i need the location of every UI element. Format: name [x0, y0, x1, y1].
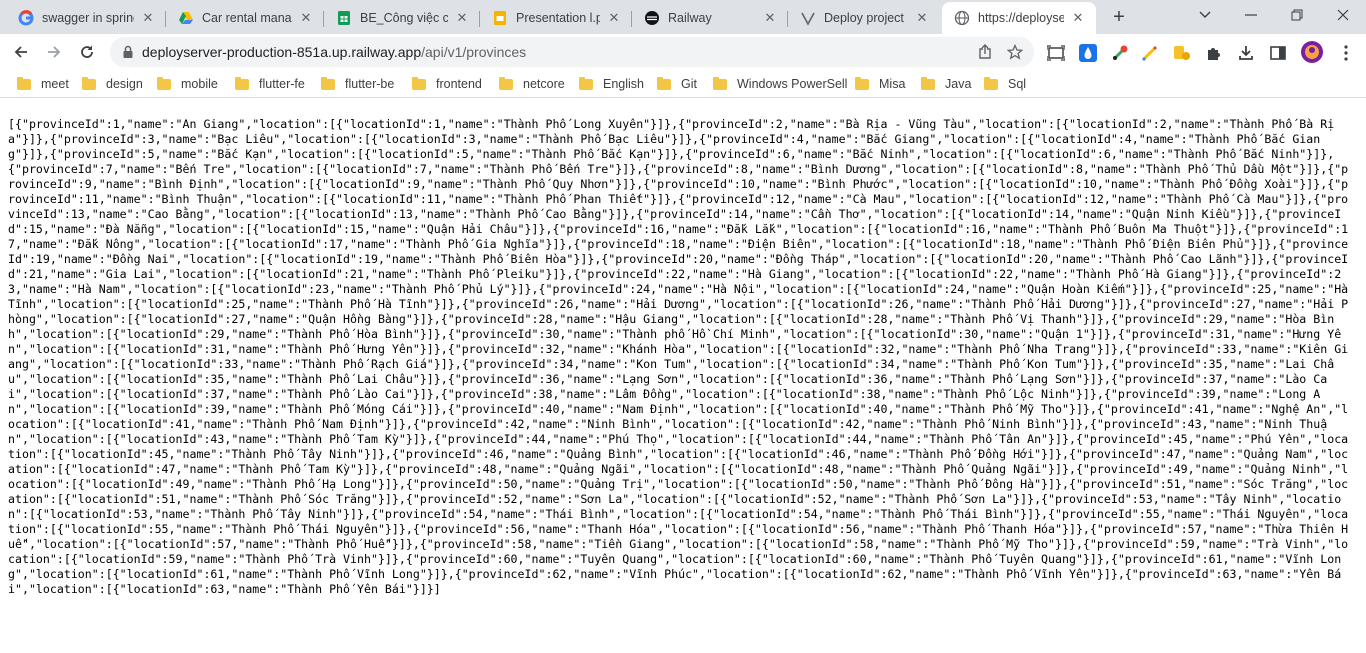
bookmark-frontend[interactable]: frontend: [412, 76, 482, 92]
bookmark-label: netcore: [523, 77, 565, 91]
download-icon[interactable]: [1236, 43, 1256, 63]
minimize-icon[interactable]: [1228, 0, 1274, 30]
reload-icon[interactable]: [73, 38, 101, 66]
extensions-puzzle-icon[interactable]: [1204, 43, 1224, 63]
tab-title: Deploy project L: [824, 11, 908, 25]
bookmark-label: Java: [945, 77, 972, 91]
bookmark-label: English: [603, 77, 644, 91]
tab-title: https://deployser: [978, 11, 1064, 25]
side-panel-icon[interactable]: [1268, 43, 1288, 63]
railway-icon: [644, 10, 660, 26]
bookmark-label: flutter-fe: [259, 77, 305, 91]
tab-deploy-project[interactable]: Deploy project L ✕: [788, 2, 940, 34]
bookmark-star-icon[interactable]: [1006, 43, 1024, 61]
json-response-text: [{"provinceId":1,"name":"An Giang","loca…: [8, 117, 1356, 596]
tab-active-provinces[interactable]: https://deployser ✕: [942, 2, 1096, 34]
url-text[interactable]: deployserver-production-851a.up.railway.…: [142, 44, 526, 60]
water-drop-extension-icon[interactable]: [1078, 43, 1098, 63]
folder-icon: [412, 76, 426, 90]
folder-icon: [17, 76, 31, 90]
bookmark-label: flutter-be: [345, 77, 395, 91]
folder-icon: [855, 76, 869, 90]
bookmark-git[interactable]: Git: [657, 76, 697, 92]
bookmark-label: Misa: [879, 77, 906, 91]
folder-icon: [921, 76, 935, 90]
close-icon[interactable]: ✕: [298, 10, 314, 26]
bookmark-label: Sql: [1008, 77, 1027, 91]
url-host: deployserver-production-851a.up.railway.…: [142, 44, 422, 60]
bookmark-meet[interactable]: meet: [17, 76, 69, 92]
screen-capture-icon[interactable]: [1046, 43, 1066, 63]
folder-icon: [657, 76, 671, 90]
back-arrow-icon[interactable]: [7, 38, 35, 66]
tab-swagger[interactable]: swagger in spring ✕: [6, 2, 166, 34]
profile-avatar-icon[interactable]: [1300, 40, 1324, 64]
tab-title: Presentation l.pp: [516, 11, 600, 25]
bookmark-label: design: [106, 77, 143, 91]
close-icon[interactable]: ✕: [140, 10, 156, 26]
tab-be-cong-viec[interactable]: BE_Công việc các ✕: [324, 2, 480, 34]
globe-icon: [954, 10, 970, 26]
close-icon[interactable]: ✕: [1070, 10, 1086, 26]
folder-icon: [235, 76, 249, 90]
folder-icon: [321, 76, 335, 90]
tab-railway[interactable]: Railway ✕: [632, 2, 788, 34]
page-content: [{"provinceId":1,"name":"An Giang","loca…: [0, 99, 1366, 653]
tab-title: Car rental manag: [202, 11, 292, 25]
bookmark-label: meet: [41, 77, 69, 91]
tab-title: swagger in spring: [42, 11, 134, 25]
menu-kebab-icon[interactable]: [1336, 43, 1356, 63]
bookmark-label: frontend: [436, 77, 482, 91]
bookmark-label: mobile: [181, 77, 218, 91]
bookmark-misa[interactable]: Misa: [855, 76, 905, 92]
browser-toolbar: deployserver-production-851a.up.railway.…: [0, 34, 1366, 70]
tab-car-rental[interactable]: Car rental manag ✕: [166, 2, 324, 34]
tab-presentation[interactable]: Presentation l.pp ✕: [480, 2, 632, 34]
bookmark-flutter-fe[interactable]: flutter-fe: [235, 76, 305, 92]
window-close-icon[interactable]: [1320, 0, 1366, 30]
folder-icon: [579, 76, 593, 90]
key-extension-icon[interactable]: [1172, 43, 1192, 63]
folder-icon: [82, 76, 96, 90]
pen-extension-icon[interactable]: [1140, 43, 1160, 63]
forward-arrow-icon[interactable]: [40, 38, 68, 66]
bookmark-windows-powershell[interactable]: Windows PowerSell: [713, 76, 847, 92]
bookmark-label: Git: [681, 77, 697, 91]
bookmark-label: Windows PowerSell: [737, 77, 848, 91]
tab-title: Railway: [668, 11, 712, 25]
url-path: /api/v1/provinces: [421, 44, 527, 60]
close-icon[interactable]: ✕: [914, 10, 930, 26]
tab-title: BE_Công việc các: [360, 11, 448, 25]
close-icon[interactable]: ✕: [606, 10, 622, 26]
folder-icon: [713, 76, 727, 90]
bookmark-english[interactable]: English: [579, 76, 644, 92]
close-icon[interactable]: ✕: [762, 10, 778, 26]
color-picker-extension-icon[interactable]: [1110, 43, 1130, 63]
bookmark-mobile[interactable]: mobile: [157, 76, 218, 92]
google-drive-icon: [178, 10, 194, 26]
bookmark-design[interactable]: design: [82, 76, 143, 92]
share-icon[interactable]: [976, 43, 994, 61]
lock-icon[interactable]: [120, 44, 136, 60]
google-icon: [18, 10, 34, 26]
new-tab-button[interactable]: +: [1107, 6, 1131, 30]
close-icon[interactable]: ✕: [454, 10, 470, 26]
address-bar[interactable]: deployserver-production-851a.up.railway.…: [110, 37, 1034, 67]
folder-icon: [499, 76, 513, 90]
folder-icon: [984, 76, 998, 90]
google-sheets-icon: [336, 10, 352, 26]
bookmark-sql[interactable]: Sql: [984, 76, 1026, 92]
bookmark-netcore[interactable]: netcore: [499, 76, 565, 92]
vercel-icon: [800, 10, 816, 26]
bookmark-flutter-be[interactable]: flutter-be: [321, 76, 394, 92]
tab-search-chevron-icon[interactable]: [1182, 0, 1228, 30]
slides-icon: [492, 10, 508, 26]
folder-icon: [157, 76, 171, 90]
bookmark-java[interactable]: Java: [921, 76, 971, 92]
tab-strip: swagger in spring ✕ Car rental manag ✕ B…: [0, 0, 1366, 34]
bookmarks-bar: meet design mobile flutter-fe flutter-be…: [0, 70, 1366, 98]
restore-icon[interactable]: [1274, 0, 1320, 30]
